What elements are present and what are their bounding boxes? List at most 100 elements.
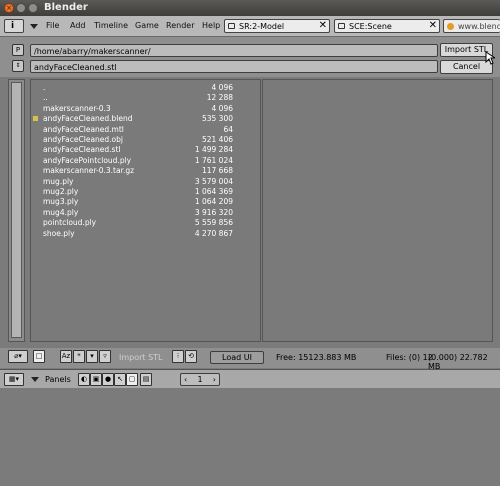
- scene-context-icon[interactable]: ▤: [140, 373, 152, 386]
- file-list-left-pane[interactable]: .4 096.. 12 288 makerscanner-0.3 4 096 andyF…: [30, 79, 261, 342]
- file-size: 4 096: [211, 103, 233, 113]
- files-count-text: Files: (0) 12: [386, 353, 433, 362]
- info-icon: i: [11, 21, 15, 31]
- file-row[interactable]: mug.ply 3 579 004: [31, 177, 261, 187]
- file-size: 1 499 284: [194, 145, 233, 155]
- menu-game[interactable]: Game: [135, 21, 159, 30]
- delete-screen-icon[interactable]: ✕: [319, 20, 327, 31]
- menu-file[interactable]: File: [46, 21, 59, 30]
- window-titlebar: × Blender: [0, 0, 500, 16]
- selected-marker-icon: [33, 116, 38, 122]
- load-ui-button[interactable]: Load UI: [210, 351, 264, 364]
- menu-collapse-icon[interactable]: [30, 24, 38, 29]
- file-row[interactable]: andyFacePointcloud.ply 1 761 024: [31, 156, 261, 166]
- hide-dot-files-icon[interactable]: ⁝: [172, 350, 184, 363]
- screen-browse-icon[interactable]: [228, 23, 235, 29]
- file-list-right-pane[interactable]: [262, 79, 493, 342]
- file-size: 64: [223, 124, 233, 134]
- object-context-icon[interactable]: ↖: [114, 373, 126, 386]
- file-name: mug2.ply: [43, 187, 79, 196]
- file-size: 12 288: [206, 93, 233, 103]
- file-name: mug3.ply: [43, 197, 79, 207]
- file-row[interactable]: andyFaceCleaned.mtl 64: [31, 125, 261, 135]
- file-row[interactable]: andyFaceCleaned.blend 535 300: [31, 114, 261, 124]
- file-row[interactable]: pointcloud.ply 5 559 856: [31, 218, 261, 228]
- page-prev-icon[interactable]: ‹: [184, 374, 187, 385]
- directory-field[interactable]: /home/abarry/makerscanner/: [30, 44, 438, 57]
- panel-page-field[interactable]: ‹ 1 ›: [180, 373, 220, 386]
- file-name: mug4.ply: [43, 207, 79, 217]
- file-size: 1 064 369: [194, 187, 233, 196]
- scrollbar-thumb[interactable]: [11, 82, 22, 338]
- panels-collapse-icon[interactable]: [31, 377, 39, 382]
- file-row[interactable]: shoe.ply 4 270 867: [31, 229, 261, 239]
- info-window-type-button[interactable]: i: [4, 19, 24, 33]
- page-next-icon[interactable]: ›: [213, 374, 216, 385]
- main-menubar: i File Add Timeline Game Render Help SR:…: [0, 16, 500, 37]
- file-name: ..: [43, 93, 48, 103]
- script-context-icon[interactable]: ▣: [90, 373, 102, 386]
- screen-name: SR:2-Model: [239, 22, 285, 31]
- file-row[interactable]: makerscanner-0.3 4 096: [31, 104, 261, 114]
- sort-size-icon[interactable]: ▾: [86, 350, 98, 363]
- shading-context-icon[interactable]: ●: [102, 373, 114, 386]
- filter-icon[interactable]: ⟲: [185, 350, 197, 363]
- file-row[interactable]: andyFaceCleaned.stl 1 499 284: [31, 145, 261, 155]
- file-size: 1 064 209: [194, 197, 233, 207]
- menu-render[interactable]: Render: [166, 21, 194, 30]
- file-size: 3 579 004: [194, 176, 233, 186]
- file-name: .: [43, 83, 46, 92]
- file-row[interactable]: makerscanner-0.3.tar.gz 117 668: [31, 166, 261, 176]
- file-row[interactable]: mug3.ply 1 064 209: [31, 197, 261, 207]
- maximize-window-button[interactable]: [28, 3, 38, 13]
- file-name: andyFaceCleaned.obj: [43, 135, 123, 144]
- website-link[interactable]: www.blende: [443, 19, 500, 33]
- filebrowser-header: P ⇕ /home/abarry/makerscanner/ andyFaceC…: [0, 37, 500, 77]
- file-size: 117 668: [201, 166, 233, 176]
- mode-label: Import STL: [119, 353, 163, 362]
- file-size: 3 916 320: [194, 207, 233, 217]
- file-size: 521 406: [201, 135, 233, 144]
- file-size: 4 270 867: [194, 228, 233, 238]
- menu-timeline[interactable]: Timeline: [94, 21, 128, 30]
- window-type-button[interactable]: ⌀▾: [8, 350, 28, 363]
- editing-context-icon[interactable]: ▢: [126, 373, 138, 386]
- file-list-scrollbar[interactable]: [8, 79, 25, 342]
- menu-add[interactable]: Add: [70, 21, 86, 30]
- close-window-button[interactable]: ×: [4, 3, 14, 13]
- file-name: pointcloud.ply: [43, 218, 97, 228]
- directory-path: /home/abarry/makerscanner/: [34, 47, 151, 56]
- sort-time-icon[interactable]: *: [73, 350, 85, 363]
- file-size: 1 761 024: [194, 155, 233, 165]
- window-title: Blender: [44, 2, 88, 13]
- filename-field[interactable]: andyFaceCleaned.stl: [30, 60, 438, 73]
- screen-selector[interactable]: SR:2-Model ✕: [224, 19, 330, 33]
- file-row[interactable]: mug2.ply 1 064 369: [31, 187, 261, 197]
- file-size: 535 300: [201, 114, 233, 124]
- website-url: www.blende: [458, 22, 500, 31]
- thumbnail-toggle-icon[interactable]: □: [33, 350, 45, 363]
- blender-logo-icon: [447, 23, 454, 30]
- file-row[interactable]: .. 12 288: [31, 93, 261, 103]
- sort-alpha-button[interactable]: Az: [60, 350, 72, 363]
- scene-name: SCE:Scene: [349, 22, 392, 31]
- file-size: 4 096: [211, 83, 233, 92]
- scene-browse-icon[interactable]: [338, 23, 345, 29]
- file-name: andyFaceCleaned.mtl: [43, 124, 124, 134]
- menu-help[interactable]: Help: [202, 21, 220, 30]
- minimize-window-button[interactable]: [16, 3, 26, 13]
- file-row[interactable]: andyFaceCleaned.obj 521 406: [31, 135, 261, 145]
- file-row[interactable]: . 4 096: [31, 83, 261, 93]
- sort-extension-icon[interactable]: ▿: [99, 350, 111, 363]
- recent-dirs-menu[interactable]: ⇕: [12, 60, 24, 72]
- scene-selector[interactable]: SCE:Scene ✕: [334, 19, 440, 33]
- file-row[interactable]: mug4.ply 3 916 320: [31, 208, 261, 218]
- logic-context-icon[interactable]: ◐: [78, 373, 90, 386]
- file-name: andyFaceCleaned.stl: [43, 145, 121, 155]
- parent-directory-button[interactable]: P: [12, 44, 24, 56]
- panels-label: Panels: [45, 375, 71, 384]
- file-size: 5 559 856: [194, 218, 233, 228]
- file-name: andyFaceCleaned.blend: [43, 114, 133, 124]
- buttons-window-type-button[interactable]: ▦▾: [4, 373, 24, 386]
- delete-scene-icon[interactable]: ✕: [429, 20, 437, 31]
